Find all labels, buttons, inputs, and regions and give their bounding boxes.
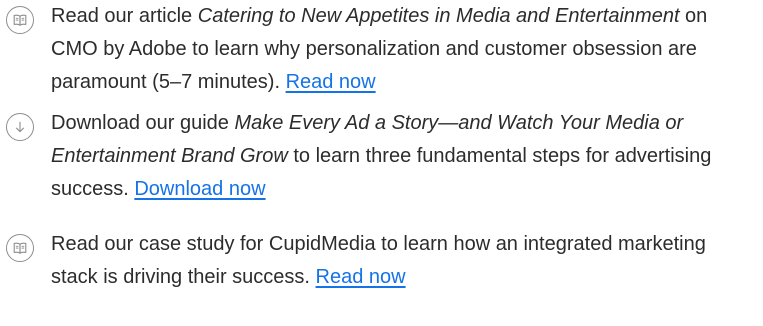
list-item-text: Download our guide Make Every Ad a Story… [51,107,757,206]
read-now-link[interactable]: Read now [286,71,376,93]
read-now-link[interactable]: Read now [316,266,406,288]
download-now-link[interactable]: Download now [134,178,265,200]
list-item-text: Read our case study for CupidMedia to le… [51,228,757,294]
list-item-text: Read our article Catering to New Appetit… [51,0,757,99]
article-title: Catering to New Appetites in Media and E… [197,5,680,27]
resource-list: Read our article Catering to New Appetit… [0,0,763,326]
book-icon [6,6,34,34]
download-arrow-icon [6,113,34,141]
list-item: Read our case study for CupidMedia to le… [6,228,757,294]
list-item: Download our guide Make Every Ad a Story… [6,107,757,206]
item-lead-text: Read our article [51,5,198,27]
item-lead-text: Download our guide [51,112,235,134]
list-item: Read our article Catering to New Appetit… [6,0,757,99]
book-icon [6,234,34,262]
